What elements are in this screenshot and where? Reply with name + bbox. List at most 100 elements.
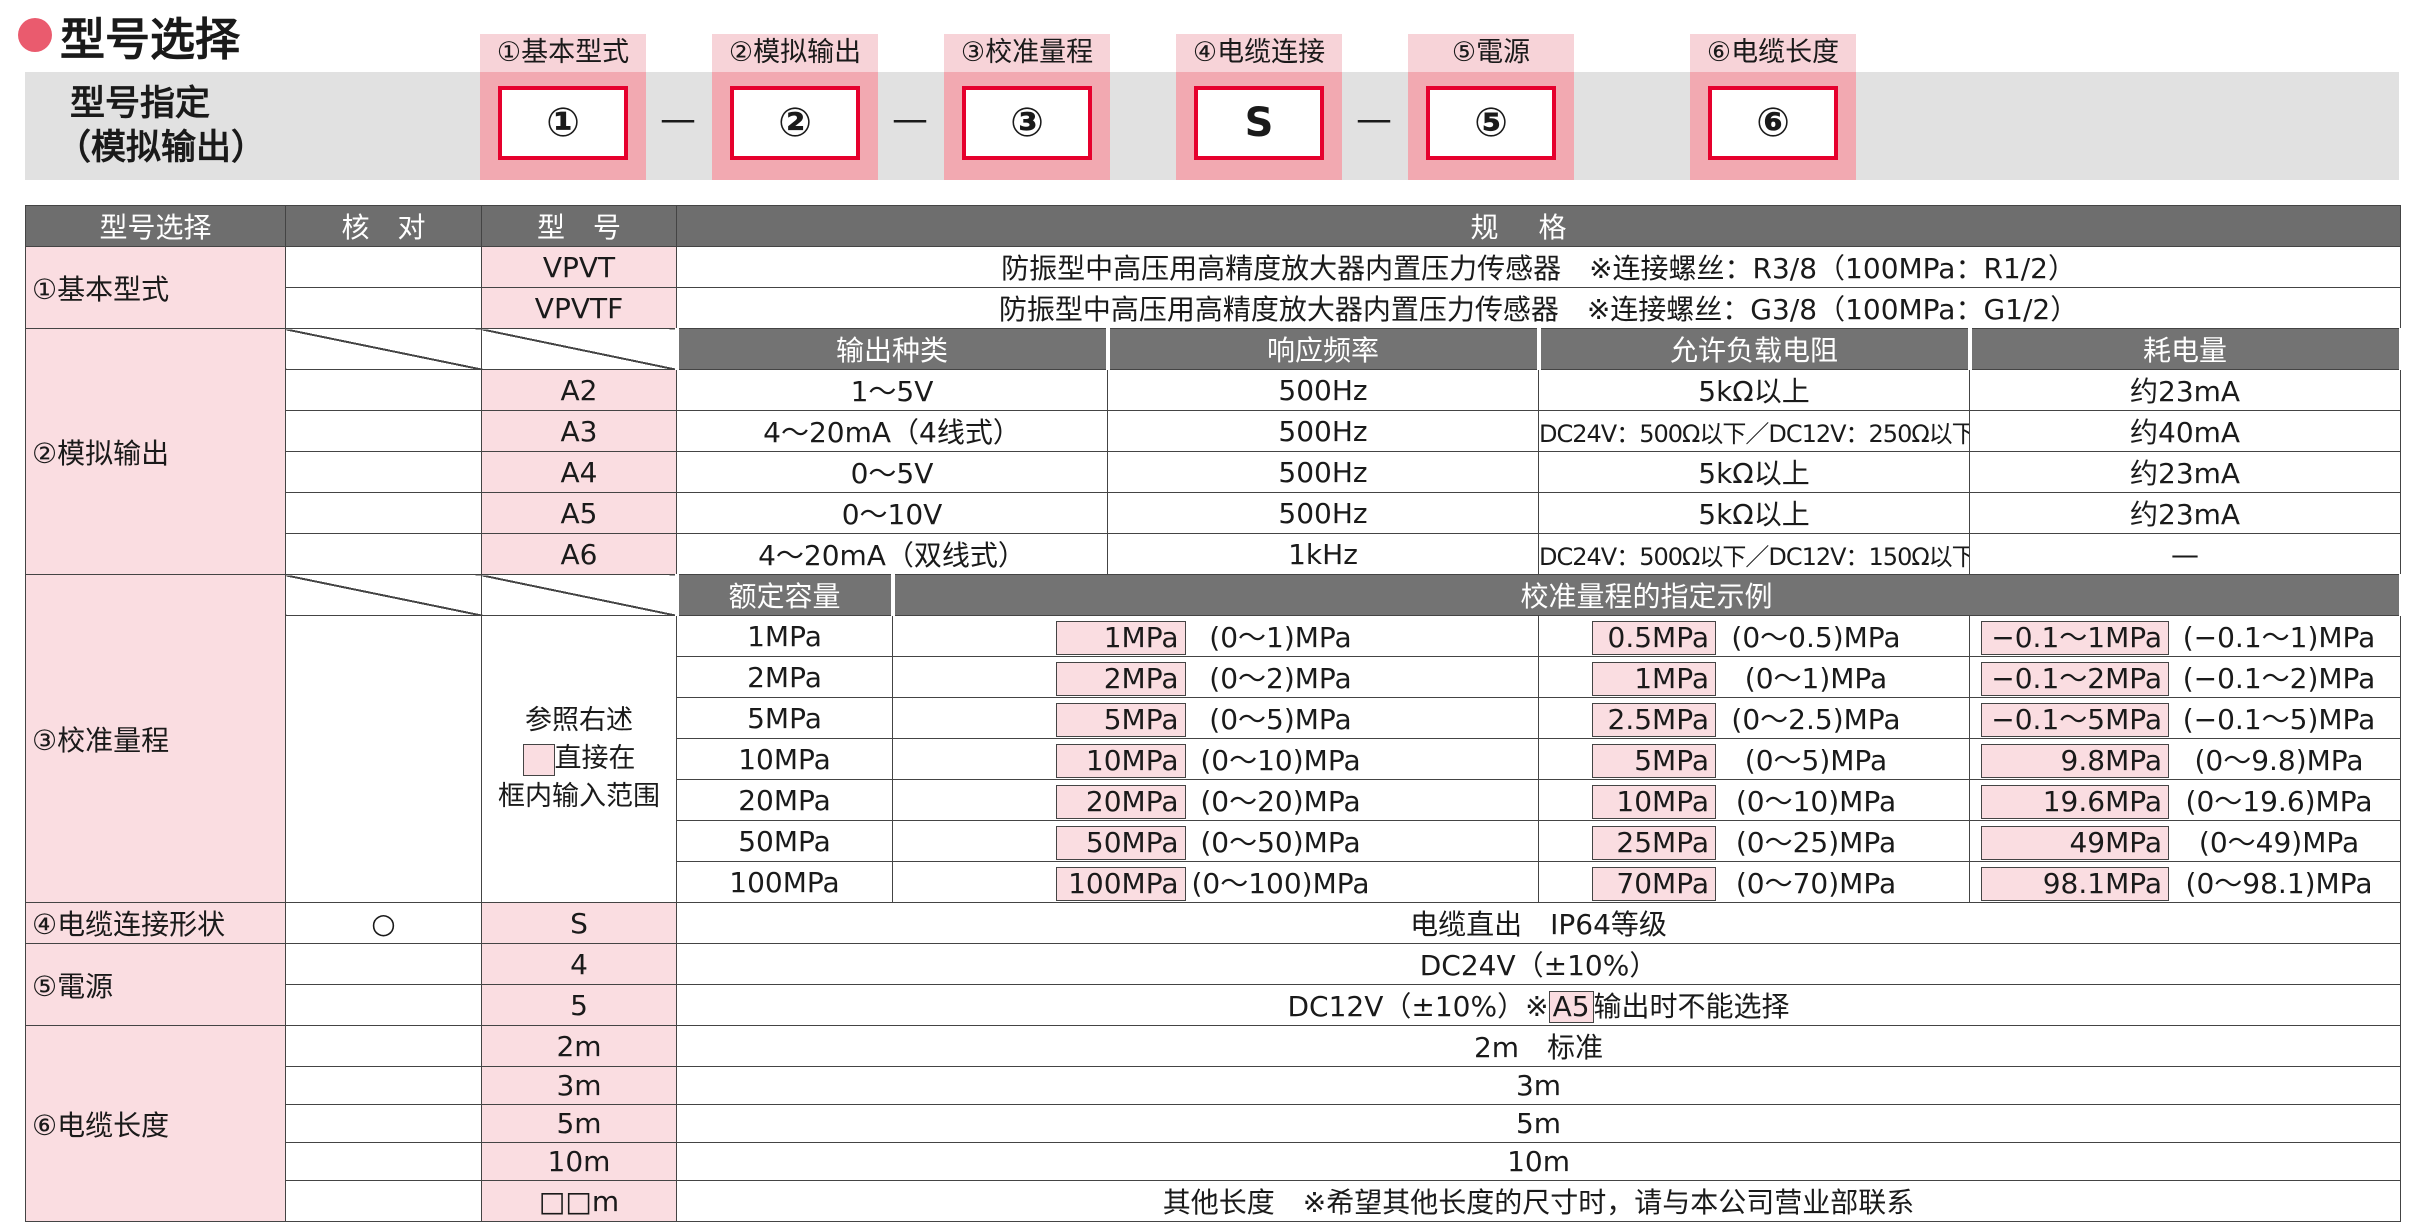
load-resistance-cell: DC24V：500Ω以下／DC12V：150Ω以下 [1538, 533, 1970, 575]
input-box-icon [522, 743, 555, 776]
example-cell-3: 9.8MPa (0～9.8)MPa [1968, 738, 2402, 780]
section-label-cable-length: ⑥电缆长度 [25, 1025, 286, 1222]
response-frequency-cell: 500Hz [1107, 410, 1539, 452]
diagonal-cell [285, 328, 482, 370]
slot-title-basic-type: ①基本型式 [480, 34, 646, 72]
output-type-cell: 1～5V [676, 369, 1108, 411]
spec-cell: 2m 标准 [675, 1025, 2402, 1067]
slot-box-basic-type: ① [498, 86, 628, 160]
check-cell [285, 984, 482, 1026]
range-value: (0～20)MPa [1200, 785, 1361, 818]
model-code-cell: A5 [481, 492, 677, 534]
model-code-label: 型号指定 （模拟输出） [56, 82, 330, 170]
spec-cell: DC24V（±10%） [675, 943, 2402, 985]
range-value: (−0.1～1)MPa [2182, 621, 2376, 654]
rated-capacity-cell: 1MPa [676, 615, 893, 657]
model-code-cell: 5 [481, 984, 677, 1026]
spec-cell: 防振型中高压用高精度放大器内置压力传感器 ※连接螺丝：R3/8（100MPa：R… [675, 246, 2402, 288]
diagonal-cell [481, 328, 677, 370]
subheader-load-resistance: 允许负载电阻 [1536, 328, 1972, 370]
model-code-cell: S [481, 902, 677, 944]
range-box: −0.1～1MPa [1981, 621, 2170, 655]
range-box: 0.5MPa [1592, 621, 1716, 655]
check-cell [285, 615, 482, 903]
slot-box-analog-output: ② [730, 86, 860, 160]
table-row: 5m 5m [26, 1104, 2402, 1143]
page-title-text: 型号选择 [60, 12, 241, 66]
table-header-row: 型号选择 核 对 型 号 规格 [25, 205, 2402, 247]
header-spec: 规格 [675, 205, 2402, 247]
range-value: (0～70)MPa [1735, 867, 1897, 900]
check-cell [285, 287, 482, 329]
spec-code-box: A5 [1548, 991, 1594, 1023]
example-cell-1: 20MPa (0～20)MPa [892, 779, 1539, 821]
range-box: 2MPa [1055, 662, 1186, 696]
load-resistance-cell: 5kΩ以上 [1538, 451, 1970, 493]
range-box: 5MPa [1592, 744, 1716, 778]
table-row: 参照右述 直接在 框内输入范围 1MPa 1MPa (0～1)MPa 0.5MPa… [26, 615, 2402, 903]
sub-header-row: ②模拟输出 输出种类 响应频率 允许负载电阻 耗电量 [25, 328, 2403, 575]
example-cell-2: 25MPa (0～25)MPa [1538, 820, 1970, 862]
range-value: (0～50)MPa [1200, 826, 1361, 859]
rated-capacity-cell: 2MPa [676, 656, 893, 698]
range-box: 100MPa [1055, 867, 1186, 901]
table-row: 10m 10m [26, 1142, 2402, 1181]
range-value: (0～2.5)MPa [1731, 703, 1901, 736]
range-box: 98.1MPa [1981, 867, 2170, 901]
check-cell [285, 451, 482, 493]
example-cell-2: 2.5MPa (0～2.5)MPa [1538, 697, 1970, 739]
slot-title-analog-output: ②模拟输出 [712, 34, 878, 72]
model-code-label-line2: （模拟输出） [56, 128, 267, 168]
model-code-cell: 4 [481, 943, 677, 985]
example-cell-1: 5MPa (0～5)MPa [892, 697, 1539, 739]
rated-capacity-cell: 5MPa [676, 697, 893, 739]
range-box: 10MPa [1055, 744, 1186, 778]
load-resistance-cell: 5kΩ以上 [1538, 492, 1970, 534]
range-value: (0～10)MPa [1735, 785, 1897, 818]
model-selection-page: 型号选择 型号指定 （模拟输出） ①基本型式 ① — ②模拟输出 ② — ③校准… [0, 0, 2426, 1222]
table-row: 3m 3m [26, 1066, 2402, 1105]
model-code-cell: 10m [481, 1142, 677, 1181]
table-row: A5 0～10V 500Hz 5kΩ以上 约23mA [26, 492, 2402, 534]
slot-box-cable-connection: S [1194, 86, 1324, 160]
instruction-line3: 框内输入范围 [498, 781, 660, 812]
table-row: □□m 其他长度 ※希望其他长度的尺寸时，请与本公司营业部联系 [26, 1180, 2402, 1222]
check-cell [285, 246, 482, 288]
check-cell [285, 1180, 482, 1222]
example-cell-3: 49MPa (0～49)MPa [1968, 820, 2402, 862]
example-cell-2: 5MPa (0～5)MPa [1538, 738, 1970, 780]
subheader-response-frequency: 响应频率 [1105, 328, 1541, 370]
slot-title-cable-length: ⑥电缆长度 [1690, 34, 1856, 72]
table-row: A6 4～20mA（双线式） 1kHz DC24V：500Ω以下／DC12V：1… [26, 533, 2402, 575]
spec-cell: 其他长度 ※希望其他长度的尺寸时，请与本公司营业部联系 [675, 1180, 2402, 1222]
model-code-label-line1: 型号指定 [70, 84, 211, 124]
spec-cell: 5m [675, 1104, 2402, 1143]
rated-capacity-cell: 10MPa [676, 738, 893, 780]
example-cell-1: 10MPa (0～10)MPa [892, 738, 1539, 780]
slot-dash-1: — [660, 99, 696, 140]
range-box: 2.5MPa [1592, 703, 1716, 737]
example-cell-2: 0.5MPa (0～0.5)MPa [1538, 615, 1970, 657]
model-code-cell: 2m [481, 1025, 677, 1067]
diagonal-cell [481, 574, 677, 616]
rated-capacity-cell: 100MPa [676, 861, 893, 903]
example-cell-3: −0.1～1MPa (−0.1～1)MPa [1968, 615, 2402, 657]
check-cell [285, 369, 482, 411]
range-box: −0.1～5MPa [1981, 703, 2170, 737]
slot-title-cable-connection: ④电缆连接 [1176, 34, 1342, 72]
power-consumption-cell: 约23mA [1968, 492, 2402, 534]
output-type-cell: 0～10V [676, 492, 1108, 534]
section-label-analog-output: ②模拟输出 [25, 328, 286, 575]
slot-box-cable-length: ⑥ [1708, 86, 1838, 160]
table-row: ④电缆连接形状 ○ S 电缆直出 IP64等级 [25, 902, 2402, 944]
instruction-line1: 参照右述 [525, 705, 633, 736]
rated-capacity-cell: 20MPa [676, 779, 893, 821]
model-code-cell: A6 [481, 533, 677, 575]
instruction-line2-text: 直接在 [554, 743, 636, 774]
model-code-cell: A4 [481, 451, 677, 493]
table-row: ⑤電源 4 DC24V（±10%） [25, 943, 2402, 1026]
load-resistance-cell: 5kΩ以上 [1538, 369, 1970, 411]
range-value: (0～5)MPa [1209, 703, 1352, 736]
example-cell-3: 19.6MPa (0～19.6)MPa [1968, 779, 2402, 821]
slot-title-calibration-range: ③校准量程 [944, 34, 1110, 72]
